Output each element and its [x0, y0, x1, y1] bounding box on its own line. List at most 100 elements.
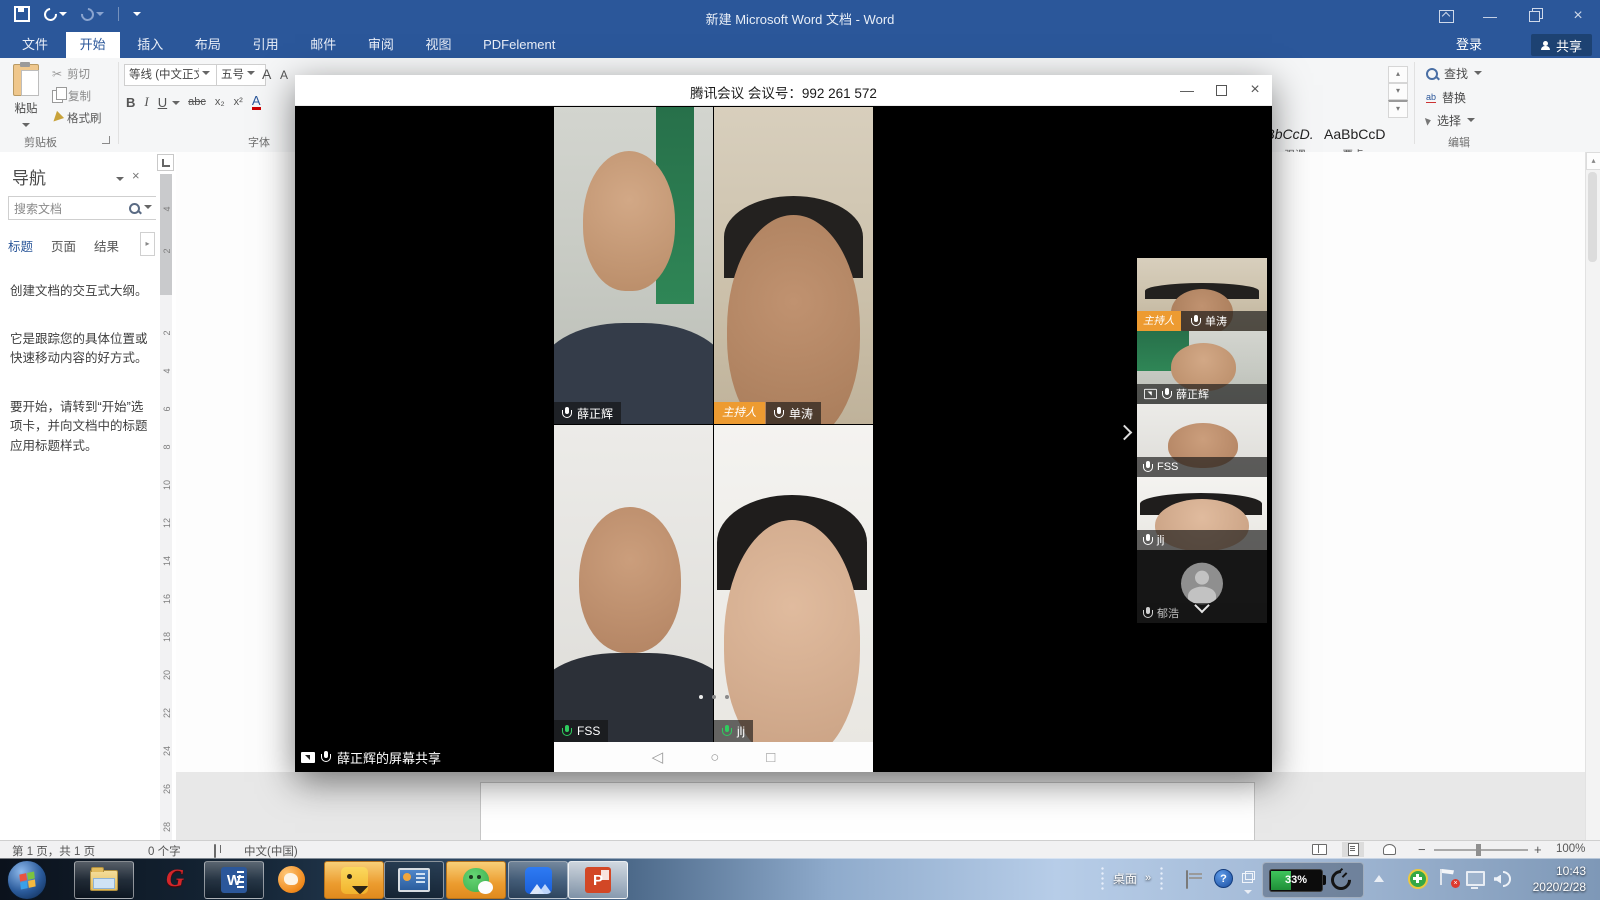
zoom-out-button[interactable]: −	[1418, 842, 1426, 857]
document-page[interactable]	[480, 782, 1255, 841]
grow-font-button[interactable]: A	[262, 66, 271, 82]
scrollbar-thumb[interactable]	[1588, 172, 1597, 262]
taskbar-cheetah-browser-button[interactable]	[262, 861, 320, 897]
toolbar-grip[interactable]	[1159, 866, 1164, 890]
android-back-icon[interactable]: ◁	[652, 748, 664, 766]
tab-pdfelement[interactable]: PDFelement	[469, 32, 569, 58]
taskbar-powerpoint-button[interactable]: P	[568, 861, 628, 899]
read-mode-button[interactable]	[1308, 842, 1330, 857]
nav-close-button[interactable]: ×	[132, 168, 140, 183]
video-tile-fss[interactable]: FSS	[554, 425, 713, 742]
input-method-keyboard-icon[interactable]	[1186, 871, 1188, 889]
scroll-up-button[interactable]: ▴	[1586, 152, 1600, 170]
show-hidden-icons-button[interactable]	[1374, 874, 1384, 882]
zoom-in-button[interactable]: +	[1534, 842, 1542, 857]
word-close-button[interactable]: ×	[1556, 0, 1600, 32]
strikethrough-button[interactable]: abc	[188, 96, 206, 108]
nav-tabs-overflow-button[interactable]: ▸	[140, 232, 155, 256]
language-indicator[interactable]: 中文(中国)	[244, 843, 298, 859]
format-painter-button[interactable]: 格式刷	[52, 110, 102, 126]
word-minimize-button[interactable]: —	[1468, 0, 1512, 32]
shrink-font-button[interactable]: A	[280, 68, 288, 82]
nav-tab-results[interactable]: 结果	[94, 236, 119, 255]
clipboard-dialog-launcher-icon[interactable]	[102, 136, 110, 144]
antivirus-tray-icon[interactable]	[1408, 869, 1428, 889]
thumbnail-fss[interactable]: FSS	[1137, 404, 1267, 477]
ribbon-display-options-button[interactable]	[1424, 0, 1468, 32]
thumbnail-shantao[interactable]: 主持人 单涛	[1137, 258, 1267, 331]
start-button[interactable]	[7, 860, 47, 900]
paste-caret-icon[interactable]	[22, 123, 30, 131]
thumbnail-jlj[interactable]: jlj	[1137, 477, 1267, 550]
taskbar-display-settings-button[interactable]	[384, 861, 444, 899]
styles-scroll-up-button[interactable]: ▴	[1388, 66, 1408, 83]
meeting-maximize-button[interactable]	[1204, 75, 1238, 105]
android-home-icon[interactable]: ○	[710, 749, 719, 766]
taskbar-wechat-button[interactable]	[446, 861, 506, 899]
meeting-titlebar[interactable]: 腾讯会议 会议号：992 261 572 — ×	[295, 75, 1272, 106]
tab-layout[interactable]: 布局	[181, 32, 235, 58]
tab-file[interactable]: 文件	[8, 32, 62, 58]
word-count[interactable]: 0 个字	[148, 843, 181, 859]
tab-home[interactable]: 开始	[66, 32, 120, 58]
network-tray-icon[interactable]	[1466, 871, 1485, 886]
tab-review[interactable]: 审阅	[354, 32, 408, 58]
bold-button[interactable]: B	[126, 95, 135, 110]
taskbar-red-g-app-button[interactable]: G	[146, 861, 204, 897]
sign-in-button[interactable]: 登录	[1456, 32, 1482, 58]
find-button[interactable]: 查找	[1426, 65, 1482, 82]
subscript-button[interactable]: x₂	[215, 96, 225, 108]
nav-tab-pages[interactable]: 页面	[51, 236, 76, 255]
meeting-minimize-button[interactable]: —	[1170, 75, 1204, 105]
word-restore-button[interactable]	[1512, 0, 1556, 32]
nav-options-caret-icon[interactable]	[116, 177, 124, 185]
search-icon[interactable]	[129, 203, 140, 214]
share-button[interactable]: 共享	[1531, 34, 1592, 56]
web-layout-button[interactable]	[1378, 842, 1400, 857]
taskbar-tencent-meeting-button[interactable]	[508, 861, 568, 899]
select-button[interactable]: 选择	[1426, 112, 1475, 129]
styles-more-button[interactable]: ▾	[1388, 100, 1408, 118]
volume-tray-icon[interactable]	[1494, 871, 1511, 887]
sidebar-collapse-arrow-icon[interactable]	[1117, 425, 1133, 441]
superscript-button[interactable]: x²	[234, 96, 243, 108]
video-tile-shantao[interactable]: 主持人 单涛	[714, 107, 873, 424]
desktop-toolbar-label[interactable]: 桌面	[1113, 870, 1137, 887]
vertical-scrollbar[interactable]: ▴	[1585, 152, 1600, 840]
zoom-slider-thumb[interactable]	[1476, 844, 1481, 856]
font-name-select[interactable]: 等线 (中文正文	[124, 64, 218, 86]
video-tile-xuezhenghui[interactable]: 薛正辉	[554, 107, 713, 424]
toolbar-overflow-chevrons[interactable]: »	[1145, 872, 1151, 884]
tab-insert[interactable]: 插入	[123, 32, 177, 58]
taskbar-clock[interactable]: 10:43 2020/2/28	[1533, 863, 1586, 895]
thumbnail-xuezhenghui[interactable]: 薛正辉	[1137, 331, 1267, 404]
action-center-flag-icon[interactable]: ×	[1440, 869, 1458, 887]
proofing-status-icon[interactable]	[214, 844, 216, 858]
zoom-level[interactable]: 100%	[1556, 843, 1585, 855]
underline-button[interactable]: U	[158, 95, 167, 110]
taskbar-yellow-app-button[interactable]	[324, 861, 384, 899]
font-size-select[interactable]: 五号	[216, 64, 266, 86]
thumbnail-yuhao[interactable]: 郁浩	[1137, 550, 1267, 623]
android-recents-icon[interactable]: □	[766, 749, 775, 766]
tab-stop-selector[interactable]	[157, 154, 174, 171]
meeting-close-button[interactable]: ×	[1238, 75, 1272, 105]
zoom-slider-track[interactable]	[1434, 849, 1528, 851]
help-tray-icon[interactable]: ?	[1214, 869, 1233, 888]
toolbar-grip[interactable]	[1100, 866, 1105, 890]
taskbar-word-button[interactable]: W	[204, 861, 264, 899]
taskbar-explorer-button[interactable]	[74, 861, 134, 899]
font-color-button[interactable]: A	[252, 94, 261, 110]
tab-references[interactable]: 引用	[239, 32, 293, 58]
document-search-input[interactable]: 搜索文档	[8, 196, 158, 220]
battery-indicator[interactable]: 33%	[1269, 869, 1323, 892]
search-caret-icon[interactable]	[144, 205, 152, 213]
italic-button[interactable]: I	[144, 94, 148, 110]
language-bar-restore-button[interactable]	[1242, 870, 1253, 898]
tab-mailings[interactable]: 邮件	[296, 32, 350, 58]
copy-button[interactable]: 复制	[52, 88, 91, 104]
underline-caret-icon[interactable]	[172, 101, 180, 109]
tab-view[interactable]: 视图	[411, 32, 465, 58]
nav-tab-headings[interactable]: 标题	[8, 236, 33, 255]
video-tile-jlj[interactable]: jlj	[714, 425, 873, 742]
